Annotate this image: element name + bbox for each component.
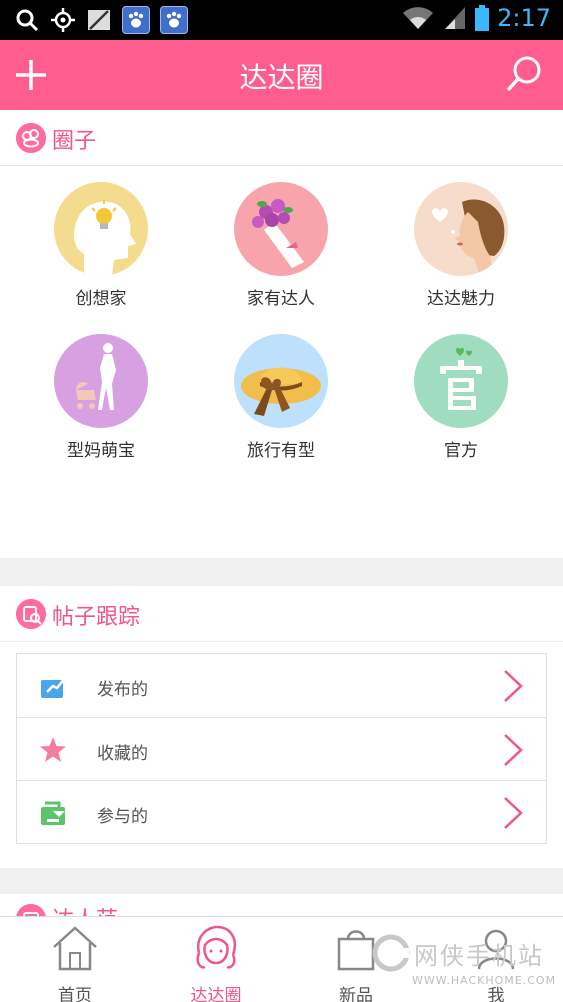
tab-label: 首页 bbox=[58, 986, 92, 1002]
mother-stroller-icon bbox=[54, 334, 148, 428]
tab-home[interactable]: 首页 bbox=[5, 917, 145, 1002]
status-icons: 2:17 bbox=[401, 4, 551, 32]
chevron-right-icon bbox=[504, 670, 523, 702]
star-icon bbox=[40, 737, 66, 762]
circle-label: 达达魅力 bbox=[427, 289, 495, 309]
list-item-label: 发布的 bbox=[97, 680, 148, 700]
list-item-label: 收藏的 bbox=[97, 744, 148, 764]
sun-hat-icon bbox=[234, 334, 328, 428]
circle-label: 旅行有型 bbox=[247, 441, 315, 461]
lightbulb-head-icon bbox=[54, 182, 148, 276]
watermark-logo-icon bbox=[372, 934, 410, 972]
publish-icon bbox=[41, 676, 66, 698]
official-icon bbox=[414, 334, 508, 428]
battery-icon bbox=[475, 5, 490, 31]
notification-icons bbox=[14, 6, 188, 34]
search-icon[interactable] bbox=[505, 54, 545, 94]
signal-icon bbox=[445, 7, 466, 29]
watermark-url: WWW.HACKHOME.COM bbox=[412, 974, 557, 987]
participate-icon bbox=[41, 801, 65, 825]
page-title: 达达圈 bbox=[239, 61, 324, 94]
clock: 2:17 bbox=[497, 4, 551, 32]
list-item-label: 参与的 bbox=[97, 807, 148, 827]
circle-label: 官方 bbox=[444, 441, 478, 461]
circle-item-lvxingyouxing[interactable]: 旅行有型 bbox=[211, 334, 351, 461]
list-item-favorited[interactable]: 收藏的 bbox=[17, 717, 546, 780]
section-divider bbox=[0, 868, 563, 896]
status-bar: 2:17 bbox=[0, 0, 563, 40]
list-item-published[interactable]: 发布的 bbox=[17, 654, 546, 717]
tracking-list: 发布的 收藏的 参与的 bbox=[16, 653, 547, 844]
watermark-text: 网侠手机站 bbox=[414, 942, 544, 970]
girl-face-icon bbox=[196, 925, 236, 969]
search-icon bbox=[16, 9, 39, 32]
circle-item-dadameili[interactable]: 达达魅力 bbox=[391, 182, 531, 309]
circle-item-jiayoudaren[interactable]: 家有达人 bbox=[211, 182, 351, 309]
tab-dadaquan[interactable]: 达达圈 bbox=[146, 917, 286, 1002]
list-item-participated[interactable]: 参与的 bbox=[17, 780, 546, 843]
baidu-paw-icon bbox=[160, 6, 188, 34]
woman-profile-icon bbox=[414, 182, 508, 276]
circles-section-header: 圈子 bbox=[0, 110, 563, 166]
no-sim-icon bbox=[88, 10, 110, 30]
watermark: 网侠手机站 WWW.HACKHOME.COM bbox=[372, 928, 562, 998]
baidu-paw-icon bbox=[122, 6, 150, 34]
section-divider bbox=[0, 558, 563, 586]
circle-label: 创想家 bbox=[75, 289, 127, 309]
gps-icon bbox=[51, 8, 75, 32]
tracking-section-header: 帖子跟踪 bbox=[0, 586, 563, 642]
post-tracking-icon bbox=[16, 599, 46, 629]
section-title: 帖子跟踪 bbox=[52, 605, 141, 630]
chevron-right-icon bbox=[504, 734, 523, 766]
chevron-right-icon bbox=[504, 797, 523, 829]
section-title: 圈子 bbox=[52, 129, 97, 154]
circles-icon bbox=[16, 123, 46, 153]
circle-item-guanfang[interactable]: 官方 bbox=[391, 334, 531, 461]
circle-item-xingmamengbao[interactable]: 型妈萌宝 bbox=[31, 334, 171, 461]
circle-label: 型妈萌宝 bbox=[67, 441, 135, 461]
circle-label: 家有达人 bbox=[247, 289, 315, 309]
home-icon bbox=[53, 926, 97, 971]
tab-label: 达达圈 bbox=[190, 986, 242, 1002]
wifi-icon bbox=[403, 7, 434, 29]
bouquet-icon bbox=[234, 182, 328, 276]
header-bar: 达达圈 bbox=[0, 40, 563, 110]
circle-item-chuangxiangjia[interactable]: 创想家 bbox=[31, 182, 171, 309]
